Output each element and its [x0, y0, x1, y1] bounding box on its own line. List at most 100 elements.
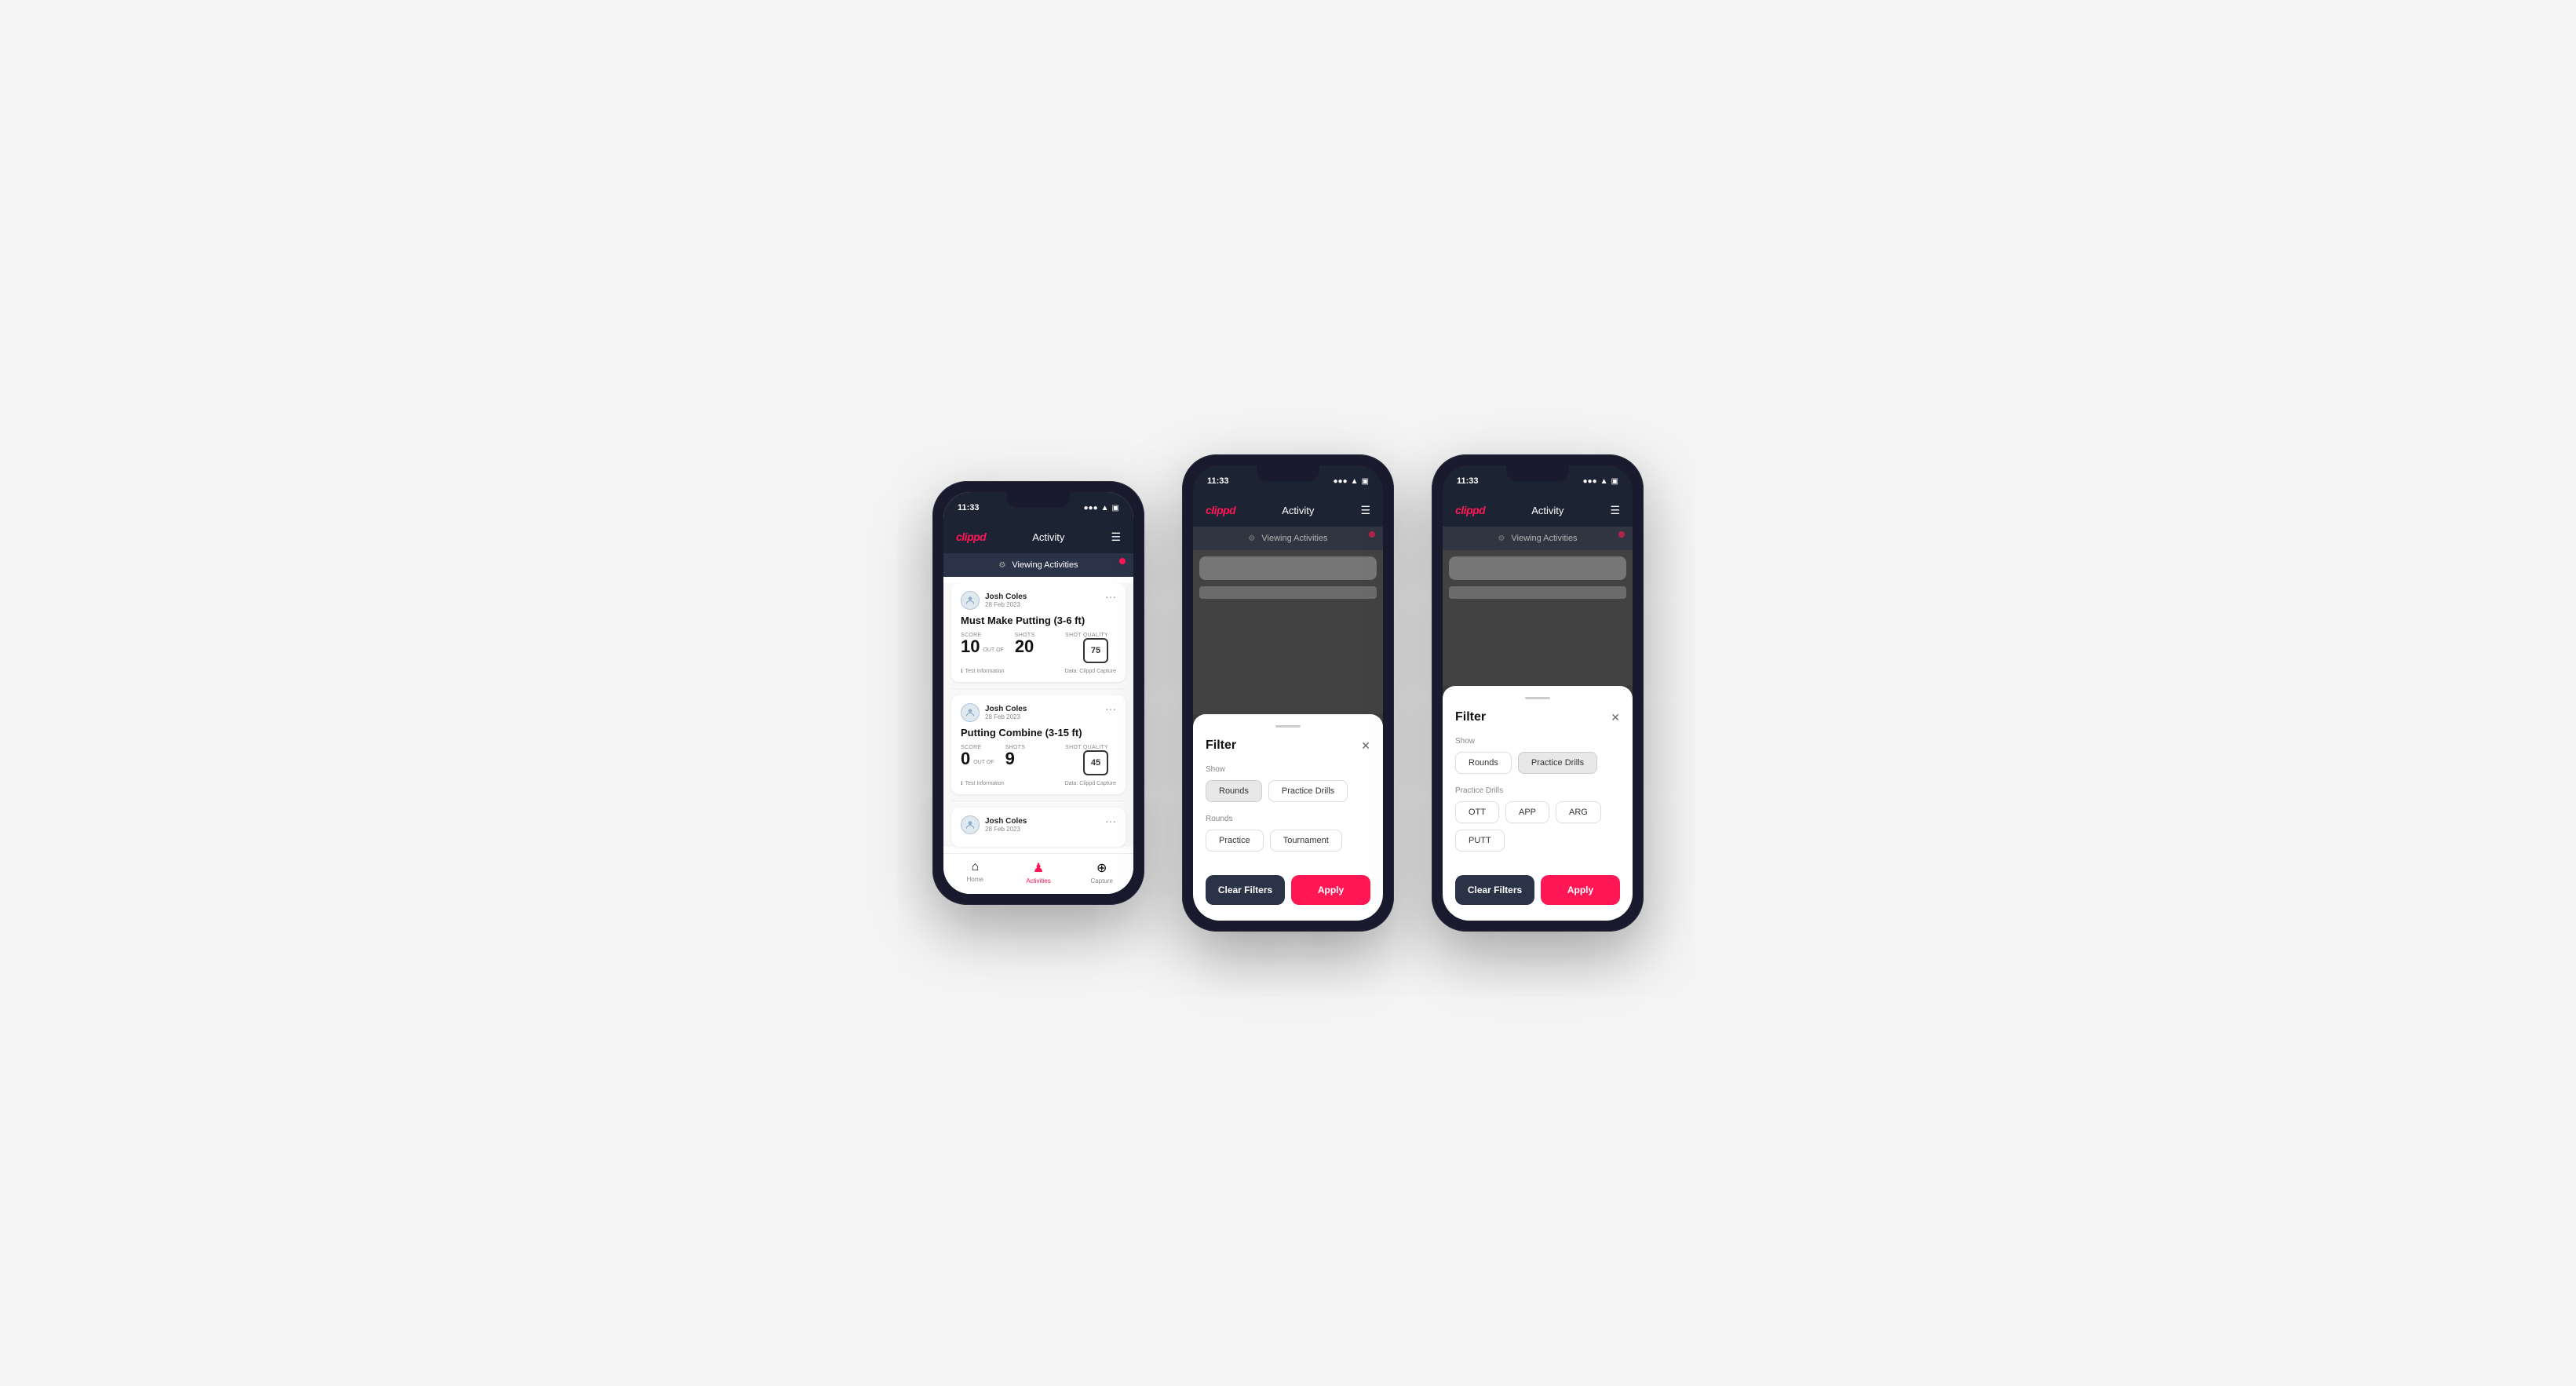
filter-icon-1: ⚙ — [998, 561, 1005, 570]
filter-title-3: Filter — [1455, 710, 1486, 724]
more-dots-3[interactable]: ··· — [1105, 815, 1116, 826]
home-icon: ⌂ — [972, 860, 980, 874]
filter-header-2: Filter ✕ — [1206, 739, 1370, 753]
nav-activities[interactable]: ♟ Activities — [1007, 860, 1071, 884]
shots-section-1: Shots 20 — [1015, 633, 1035, 656]
shots-value-1: 20 — [1015, 636, 1034, 656]
viewing-bar-1[interactable]: ⚙ Viewing Activities — [943, 553, 1133, 577]
notch — [1007, 492, 1070, 508]
filter-arg-btn[interactable]: ARG — [1556, 801, 1601, 823]
viewing-bar-3: ⚙ Viewing Activities — [1443, 527, 1633, 550]
logo-3: clippd — [1455, 504, 1485, 516]
menu-icon-3[interactable]: ☰ — [1610, 504, 1620, 517]
activity-card-1[interactable]: Josh Coles 28 Feb 2023 ··· Must Make Put… — [951, 583, 1126, 682]
status-icons-2: ●●● ▲ ▣ — [1334, 477, 1369, 486]
divider-1 — [951, 688, 1126, 689]
wifi-icon: ▲ — [1101, 504, 1109, 512]
data-source-2: Data: Clippd Capture — [1065, 781, 1116, 786]
phone-1-screen: 11:33 ●●● ▲ ▣ clippd Activity ☰ ⚙ Viewin… — [943, 492, 1133, 894]
quality-label-1: Shot Quality — [1065, 633, 1108, 638]
avatar-1 — [961, 591, 980, 610]
score-value-1: 10 — [961, 638, 980, 655]
quality-badge-2: 45 — [1083, 750, 1108, 775]
data-source-1: Data: Clippd Capture — [1065, 669, 1116, 674]
user-info-2: Josh Coles 28 Feb 2023 — [961, 703, 1027, 722]
phone-2-screen: 11:33 ●●● ▲ ▣ clippd Activity ☰ ⚙ Viewin… — [1193, 465, 1383, 921]
test-info-2: ℹ Test Information — [961, 780, 1004, 786]
shots-section-2: Shots 9 — [1005, 745, 1026, 768]
score-section-2: Score 0 OUT OF — [961, 745, 998, 768]
nav-home[interactable]: ⌂ Home — [943, 860, 1007, 884]
out-of-2: OUT OF — [973, 760, 994, 768]
rounds-label-2: Rounds — [1206, 815, 1370, 823]
clear-filters-btn-2[interactable]: Clear Filters — [1206, 875, 1285, 905]
show-label-3: Show — [1455, 737, 1620, 746]
filter-app-btn[interactable]: APP — [1505, 801, 1549, 823]
score-section-1: Score 10 OUT OF — [961, 633, 1007, 655]
more-dots-2[interactable]: ··· — [1105, 703, 1116, 714]
battery-icon: ▣ — [1112, 504, 1119, 512]
show-buttons-2: Rounds Practice Drills — [1206, 780, 1370, 802]
header-title-3: Activity — [1531, 505, 1563, 516]
menu-icon-1[interactable]: ☰ — [1111, 531, 1121, 544]
drills-buttons-3: OTT APP ARG PUTT — [1455, 801, 1620, 852]
activity-card-2[interactable]: Josh Coles 28 Feb 2023 ··· Putting Combi… — [951, 695, 1126, 794]
viewing-bar-dot-3 — [1618, 531, 1625, 538]
user-details-3: Josh Coles 28 Feb 2023 — [985, 817, 1027, 833]
status-time-1: 11:33 — [958, 503, 980, 512]
clear-filters-btn-3[interactable]: Clear Filters — [1455, 875, 1534, 905]
user-info-3: Josh Coles 28 Feb 2023 — [961, 815, 1027, 834]
viewing-bar-text-1: Viewing Activities — [1012, 560, 1078, 570]
info-icon-2: ℹ — [961, 780, 963, 786]
filter-putt-btn[interactable]: PUTT — [1455, 830, 1505, 852]
nav-capture[interactable]: ⊕ Capture — [1070, 860, 1133, 884]
user-details-1: Josh Coles 28 Feb 2023 — [985, 593, 1027, 608]
activity-title-1: Must Make Putting (3-6 ft) — [961, 615, 1116, 626]
quality-label-2: Shot Quality — [1065, 745, 1108, 750]
filter-practice-btn[interactable]: Practice — [1206, 830, 1264, 852]
filter-tournament-btn[interactable]: Tournament — [1270, 830, 1342, 852]
quality-section-2: Shot Quality 45 — [1065, 745, 1108, 775]
wifi-icon-3: ▲ — [1600, 477, 1608, 486]
user-date-1: 28 Feb 2023 — [985, 601, 1027, 608]
activities-icon: ♟ — [1033, 860, 1044, 876]
info-icon-1: ℹ — [961, 668, 963, 674]
header-title-1: Activity — [1032, 531, 1064, 543]
phone-1: 11:33 ●●● ▲ ▣ clippd Activity ☰ ⚙ Viewin… — [932, 481, 1144, 905]
filter-ott-btn[interactable]: OTT — [1455, 801, 1499, 823]
user-name-2: Josh Coles — [985, 705, 1027, 713]
filter-close-3[interactable]: ✕ — [1611, 711, 1620, 724]
filter-close-2[interactable]: ✕ — [1361, 739, 1370, 753]
filter-drills-btn-3[interactable]: Practice Drills — [1518, 752, 1597, 774]
activities-label: Activities — [1026, 877, 1051, 884]
apply-btn-3[interactable]: Apply — [1541, 875, 1620, 905]
logo-1: clippd — [956, 531, 986, 543]
apply-btn-2[interactable]: Apply — [1291, 875, 1370, 905]
card-header-3: Josh Coles 28 Feb 2023 ··· — [961, 815, 1116, 834]
scene: 11:33 ●●● ▲ ▣ clippd Activity ☰ ⚙ Viewin… — [885, 407, 1691, 979]
signal-icon-2: ●●● — [1334, 477, 1348, 486]
viewing-bar-dot-1 — [1119, 558, 1126, 564]
filter-icon-3: ⚙ — [1498, 534, 1505, 543]
more-dots-1[interactable]: ··· — [1105, 591, 1116, 602]
filter-handle-2 — [1275, 725, 1301, 728]
app-header-2: clippd Activity ☰ — [1193, 494, 1383, 527]
filter-rounds-btn-2[interactable]: Rounds — [1206, 780, 1262, 802]
menu-icon-2[interactable]: ☰ — [1360, 504, 1370, 517]
status-icons-1: ●●● ▲ ▣ — [1084, 504, 1119, 512]
activity-card-3[interactable]: Josh Coles 28 Feb 2023 ··· — [951, 808, 1126, 847]
avatar-3 — [961, 815, 980, 834]
viewing-bar-text-3: Viewing Activities — [1511, 534, 1577, 543]
filter-drills-btn-2[interactable]: Practice Drills — [1268, 780, 1348, 802]
quality-section-1: Shot Quality 75 — [1065, 633, 1108, 663]
viewing-bar-text-2: Viewing Activities — [1261, 534, 1327, 543]
show-label-2: Show — [1206, 765, 1370, 774]
capture-icon: ⊕ — [1096, 860, 1107, 876]
header-title-2: Activity — [1282, 505, 1314, 516]
filter-title-2: Filter — [1206, 739, 1236, 753]
user-name-1: Josh Coles — [985, 593, 1027, 601]
user-info-1: Josh Coles 28 Feb 2023 — [961, 591, 1027, 610]
avatar-2 — [961, 703, 980, 722]
filter-handle-3 — [1525, 697, 1550, 699]
filter-rounds-btn-3[interactable]: Rounds — [1455, 752, 1512, 774]
